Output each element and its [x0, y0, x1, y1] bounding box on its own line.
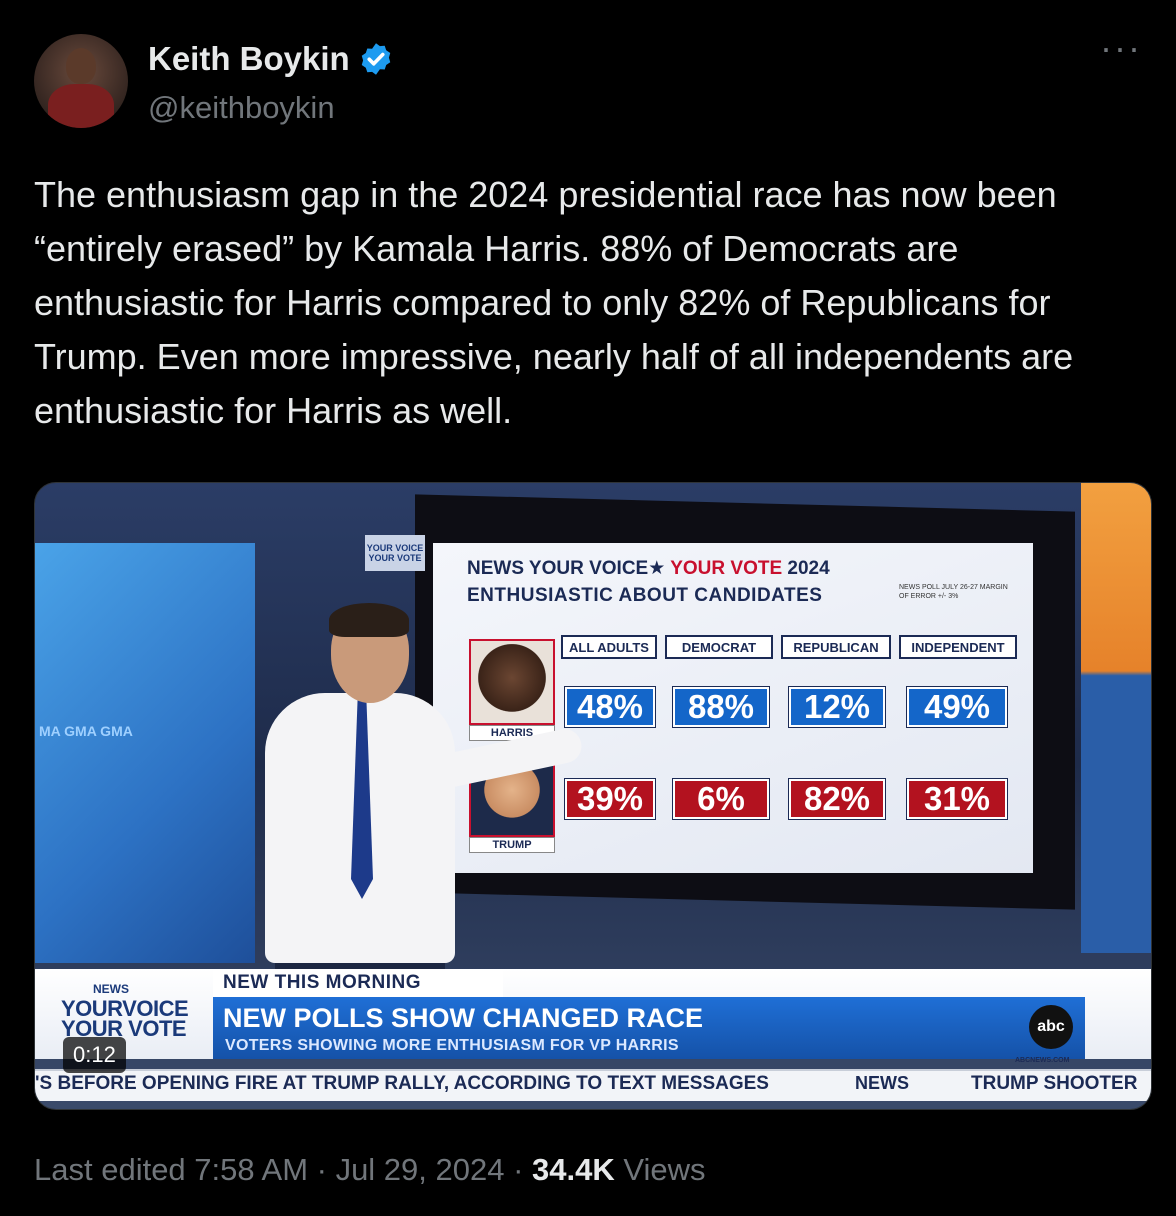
views-label: Views [614, 1152, 706, 1187]
more-icon[interactable]: ··· [1100, 30, 1142, 66]
column-header-democrat: DEMOCRAT [665, 635, 773, 659]
views-count: 34.4K [532, 1152, 615, 1187]
board-note: NEWS POLL JULY 26-27 MARGIN OF ERROR +/-… [899, 584, 1008, 600]
logo-line-2: YOUR VOTE [61, 1016, 187, 1041]
avatar-head [66, 48, 96, 84]
lower-third-headline: NEW POLLS SHOW CHANGED RACE [223, 1003, 704, 1033]
harris-independent: 49% [907, 687, 1007, 727]
video-player[interactable]: MA GMA GMA YOUR VOICE YOUR VOTE NEWS YOU… [34, 482, 1152, 1110]
ticker-news-logo: NEWS [855, 1073, 909, 1093]
tweet-footer: Last edited 7:58 AM · Jul 29, 2024 · 34.… [34, 1152, 706, 1188]
harris-all-adults: 48% [565, 687, 655, 727]
board-title-left: NEWS YOUR VOICE★ [467, 558, 666, 579]
avatar-shirt [48, 84, 114, 128]
column-header-republican: REPUBLICAN [781, 635, 891, 659]
poll-board: YOUR VOICE YOUR VOTE NEWS YOUR VOICE★ YO… [365, 535, 1033, 873]
abc-url: ABCNEWS.COM [1015, 1057, 1070, 1064]
tweet-text: The enthusiasm gap in the 2024 president… [34, 174, 1074, 431]
author-name-row[interactable]: Keith Boykin [148, 40, 394, 78]
board-title: NEWS YOUR VOICE★ YOUR VOTE 2024 [467, 557, 830, 580]
board-subtitle: ENTHUSIASTIC ABOUT CANDIDATES [467, 585, 823, 606]
tweet-page: Keith Boykin @keithboykin ··· The enthus… [0, 0, 1176, 1216]
harris-republican: 12% [789, 687, 885, 727]
abc-logo: abc [1029, 1005, 1073, 1049]
trump-republican: 82% [789, 779, 885, 819]
board-logo: YOUR VOICE YOUR VOTE [365, 535, 425, 571]
lower-third-tag: NEW THIS MORNING [213, 969, 503, 997]
anchor-hair [329, 603, 409, 637]
edited-timestamp[interactable]: Last edited 7:58 AM · Jul 29, 2024 · [34, 1152, 532, 1187]
trump-democrat: 6% [673, 779, 769, 819]
author-handle[interactable]: @keithboykin [148, 90, 335, 126]
lower-third-subhead: VOTERS SHOWING MORE ENTHUSIASM FOR VP HA… [225, 1037, 679, 1054]
news-anchor [235, 603, 585, 973]
trump-all-adults: 39% [565, 779, 655, 819]
column-header-all-adults: ALL ADULTS [561, 635, 657, 659]
ticker-right-text: TRUMP SHOOTER [971, 1073, 1138, 1094]
left-screen-text: MA GMA GMA [39, 723, 133, 739]
column-header-independent: INDEPENDENT [899, 635, 1017, 659]
harris-democrat: 88% [673, 687, 769, 727]
ticker-text: 'S BEFORE OPENING FIRE AT TRUMP RALLY, A… [35, 1073, 769, 1094]
right-studio-screen [1081, 483, 1151, 953]
trump-independent: 31% [907, 779, 1007, 819]
board-title-right: YOUR VOTE [670, 558, 783, 579]
verified-badge-icon [361, 43, 390, 75]
author-avatar[interactable] [34, 34, 128, 128]
author-name[interactable]: Keith Boykin [148, 40, 350, 78]
left-studio-screen [35, 543, 255, 963]
video-duration: 0:12 [63, 1037, 126, 1073]
board-title-year: 2024 [787, 558, 830, 579]
